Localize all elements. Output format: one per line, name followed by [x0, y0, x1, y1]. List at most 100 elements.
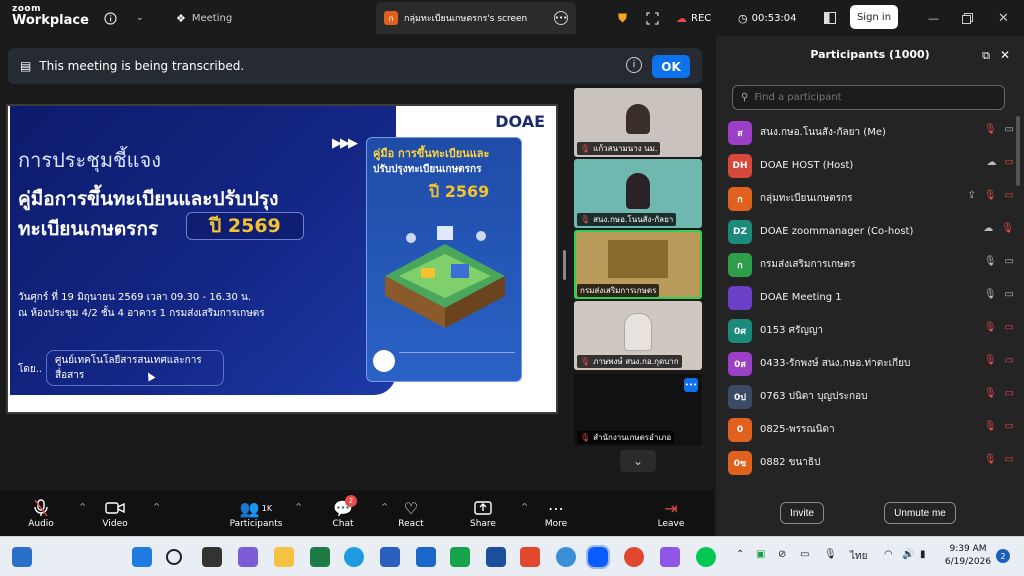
chrome-icon[interactable] — [624, 547, 644, 567]
language-indicator[interactable]: ไทย — [850, 549, 867, 564]
participant-row[interactable]: DZ DOAE zoommanager (Co-host) ☁ 🎙 — [728, 215, 1014, 248]
mail-icon[interactable] — [416, 547, 436, 567]
video-off-icon[interactable]: ▭ — [1005, 421, 1014, 432]
excel-icon[interactable] — [310, 547, 330, 567]
search-box[interactable]: ⚲ — [732, 85, 1005, 110]
video-off-icon[interactable]: ▭ — [1005, 388, 1014, 399]
video-tile-5[interactable]: ••• 🎙 สำนักงานเกษตรอำเภอ — [574, 374, 702, 446]
calculator-icon[interactable] — [450, 547, 470, 567]
tray-video-icon[interactable]: ▭ — [800, 549, 809, 560]
cloud-icon[interactable]: ☁ — [983, 223, 993, 234]
audio-button[interactable]: Audio ^ — [6, 490, 86, 536]
taskbar-clock[interactable]: 9:39 AM 6/19/2026 — [940, 543, 996, 569]
word-icon[interactable] — [380, 547, 400, 567]
share-icon[interactable]: ⇪ — [967, 190, 975, 201]
participant-row[interactable]: 0 0825-พรรณนิดา 🎙 ▭ — [728, 413, 1014, 446]
participant-row[interactable]: 0ป 0763 ปนิตา บุญประกอบ 🎙 ▭ — [728, 380, 1014, 413]
search-taskbar-icon[interactable] — [166, 549, 182, 565]
shield-icon[interactable]: ⛊ — [618, 0, 627, 36]
video-tile-1[interactable]: 🎙 แก้วสนามนาง นม. — [574, 88, 702, 157]
teams-icon[interactable] — [660, 547, 680, 567]
video-tile-4[interactable]: 🎙 ภาษพงษ์ สนง.กอ.กุดบาก — [574, 301, 702, 370]
wifi-icon[interactable]: ◠ — [884, 549, 893, 560]
scroll-down-button[interactable]: ⌄ — [620, 450, 656, 472]
participant-row[interactable]: กกรมส่งเสริมการเกษตร 🎙 ▭ — [728, 248, 1014, 281]
ok-button[interactable]: OK — [652, 55, 690, 78]
video-icon[interactable]: ▭ — [1005, 289, 1014, 300]
layout-icon[interactable] — [824, 0, 836, 36]
participant-row[interactable]: 0ข 0882 ขนาธิป 🎙 ▭ — [728, 446, 1014, 479]
meeting-menu[interactable]: ❖ Meeting — [176, 0, 232, 36]
taskview-app-icon[interactable] — [202, 547, 222, 567]
participant-row[interactable]: DH DOAE HOST (Host) ☁ ▭ — [728, 149, 1014, 182]
participant-row[interactable]: 0ส 0433-รักพงษ์ สนง.กษอ.ท่าตะเกียบ 🎙 ▭ — [728, 347, 1014, 380]
info-icon[interactable] — [104, 0, 117, 36]
mic-off-icon[interactable]: 🎙 — [984, 388, 997, 399]
share-tab[interactable]: ก กลุ่มทะเบียนเกษตรกร's screen ••• — [376, 2, 576, 34]
sign-in-button[interactable]: Sign in — [850, 5, 898, 29]
tray-app-icon[interactable]: ▣ — [756, 549, 765, 560]
restore-icon[interactable] — [962, 0, 973, 36]
unmute-me-button[interactable]: Unmute me — [884, 502, 956, 524]
tray-mic-icon[interactable]: 🎙 — [824, 549, 837, 560]
fullscreen-icon[interactable] — [646, 0, 659, 36]
mic-icon[interactable]: 🎙 — [984, 256, 997, 267]
split-handle[interactable] — [563, 250, 566, 280]
video-tile-2[interactable]: 🎙 สนง.กษอ.โนนสัง-กัลยา — [574, 159, 702, 228]
participants-button[interactable]: 👥 1K Participants ^ — [220, 490, 302, 536]
popout-icon[interactable]: ⧉ — [982, 49, 990, 63]
line-icon[interactable] — [696, 547, 716, 567]
battery-icon[interactable]: ▮ — [920, 549, 926, 560]
zoom-taskbar-icon[interactable] — [586, 545, 610, 569]
tile-more-button[interactable]: ••• — [684, 378, 698, 392]
video-off-icon[interactable]: ▭ — [1005, 355, 1014, 366]
mic-off-icon[interactable]: 🎙 — [984, 355, 997, 366]
invite-button[interactable]: Invite — [780, 502, 824, 524]
mic-off-icon[interactable]: 🎙 — [984, 454, 997, 465]
leave-button[interactable]: ⇥ Leave — [636, 490, 706, 536]
minimize-icon[interactable]: — — [928, 0, 939, 36]
video-tile-3[interactable]: กรมส่งเสริมการเกษตร — [574, 230, 702, 299]
tray-chevron-icon[interactable]: ⌃ — [736, 549, 744, 560]
tray-muted-icon[interactable]: ⊘ — [778, 549, 786, 560]
video-off-icon[interactable]: ▭ — [1005, 190, 1014, 201]
edge-icon[interactable] — [344, 547, 364, 567]
chevron-down-icon[interactable]: ⌄ — [136, 0, 144, 36]
mic-off-icon[interactable]: 🎙 — [984, 421, 997, 432]
search-input[interactable] — [754, 92, 985, 103]
task-view-icon[interactable] — [12, 547, 32, 567]
start-icon[interactable] — [132, 547, 152, 567]
participant-row[interactable]: สสนง.กษอ.โนนสัง-กัลยา (Me) 🎙 ▭ — [728, 116, 1014, 149]
settings-app-icon[interactable] — [486, 547, 506, 567]
close-icon[interactable]: ✕ — [998, 0, 1009, 36]
video-off-icon[interactable]: ▭ — [1005, 157, 1014, 168]
mic-off-icon[interactable]: 🎙 — [984, 322, 997, 333]
participant-row[interactable]: ก กลุ่มทะเบียนเกษตรกร ⇪ 🎙 ▭ — [728, 182, 1014, 215]
mic-off-icon[interactable]: 🎙 — [984, 124, 997, 135]
share-button[interactable]: Share ^ — [448, 490, 528, 536]
m365-icon[interactable] — [520, 547, 540, 567]
participant-row[interactable]: DOAE Meeting 1 🎙 ▭ — [728, 281, 1014, 314]
list-scrollbar[interactable] — [1016, 116, 1020, 186]
cloud-icon[interactable]: ☁ — [987, 157, 997, 168]
copilot-icon[interactable] — [238, 547, 258, 567]
video-icon[interactable]: ▭ — [1005, 256, 1014, 267]
notification-badge[interactable]: 2 — [996, 549, 1010, 563]
video-off-icon[interactable]: ▭ — [1005, 322, 1014, 333]
hotspot-icon[interactable] — [556, 547, 576, 567]
close-panel-icon[interactable]: ✕ — [1000, 48, 1010, 62]
video-icon[interactable]: ▭ — [1005, 124, 1014, 135]
react-button[interactable]: ♡ React — [376, 490, 446, 536]
mic-off-icon[interactable]: 🎙 — [1001, 223, 1014, 234]
info-circle-icon[interactable]: i — [626, 57, 642, 73]
volume-icon[interactable]: 🔊 — [902, 549, 914, 560]
participant-row[interactable]: 0ศ 0153 ศรัญญา 🎙 ▭ — [728, 314, 1014, 347]
file-explorer-icon[interactable] — [274, 547, 294, 567]
video-caret-icon[interactable]: ^ — [153, 502, 160, 511]
more-button[interactable]: ⋯ More — [521, 490, 591, 536]
chat-button[interactable]: 💬 2 Chat ^ — [308, 490, 388, 536]
participants-caret-icon[interactable]: ^ — [295, 502, 302, 511]
more-options-icon[interactable]: ••• — [554, 11, 568, 25]
mic-off-icon[interactable]: 🎙 — [984, 190, 997, 201]
mic-icon[interactable]: 🎙 — [984, 289, 997, 300]
